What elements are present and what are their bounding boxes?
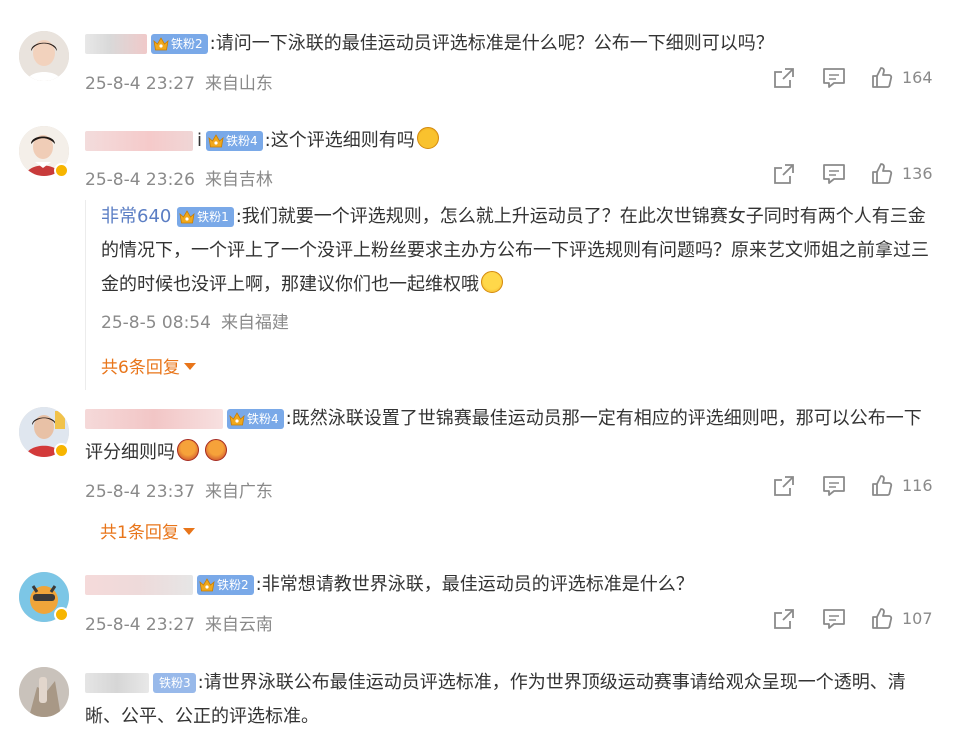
laugh-emoji-icon [481, 271, 503, 293]
fan-badge-label: 铁粉2 [217, 578, 249, 592]
like-count: 164 [902, 68, 933, 87]
username[interactable] [85, 673, 149, 693]
comment-text: :非常想请教世界泳联，最佳运动员的评选标准是什么？ [255, 574, 694, 595]
like-count: 136 [902, 164, 933, 183]
verified-badge [54, 163, 69, 178]
cry-emoji-icon [177, 439, 199, 461]
share-icon[interactable] [772, 474, 796, 498]
avatar[interactable] [19, 667, 69, 717]
like-icon[interactable] [870, 66, 894, 90]
more-replies-link[interactable]: 共6条回复 [101, 353, 196, 378]
username[interactable] [85, 34, 147, 54]
comment-icon[interactable] [822, 162, 846, 186]
like-count: 116 [902, 476, 933, 495]
comment-location: 来自山东 [204, 74, 273, 94]
caret-down-icon [183, 363, 196, 370]
fan-badge-label: 铁粉4 [226, 134, 258, 148]
comment-icon[interactable] [822, 66, 846, 90]
verified-badge [54, 443, 69, 458]
crown-icon [208, 134, 224, 148]
crown-icon [153, 37, 169, 51]
like-count: 107 [902, 609, 933, 628]
share-icon[interactable] [772, 66, 796, 90]
reply-time: 25-8-5 08:54 [101, 313, 211, 333]
fan-badge[interactable]: 铁粉4 [227, 409, 284, 429]
comment-text: :这个评选细则有吗 [264, 130, 415, 151]
fan-badge[interactable]: 铁粉4 [206, 131, 263, 151]
comment-location: 来自吉林 [204, 170, 273, 190]
comment-time: 25-8-4 23:37 [85, 482, 195, 502]
cry-emoji-icon [205, 439, 227, 461]
comment-header: 铁粉2 :请问一下泳联的最佳运动员评选标准是什么呢？公布一下细则可以吗？ [85, 29, 774, 59]
reply-location: 来自福建 [220, 313, 289, 333]
crown-icon [229, 412, 245, 426]
username[interactable] [85, 409, 223, 429]
reply-meta: 25-8-5 08:54 来自福建 [101, 308, 289, 333]
comment-meta: 25-8-4 23:27 来自山东 [85, 69, 273, 94]
fan-badge-label: 铁粉2 [171, 37, 203, 51]
username[interactable] [85, 131, 193, 151]
comment-meta: 25-8-4 23:37 来自广东 [85, 477, 273, 502]
fan-badge[interactable]: 铁粉1 [177, 207, 234, 227]
grin-emoji-icon [416, 127, 439, 149]
reply-text: 非常640 铁粉1:我们就要一个评选规则，怎么就上升运动员了？在此次世锦赛女子同… [101, 200, 931, 302]
reply-thread: 非常640 铁粉1:我们就要一个评选规则，怎么就上升运动员了？在此次世锦赛女子同… [85, 200, 941, 390]
reply-username[interactable]: 非常640 [101, 206, 171, 227]
fan-badge[interactable]: 铁粉3 [153, 673, 196, 693]
comment-icon[interactable] [822, 607, 846, 631]
like-icon[interactable] [870, 162, 894, 186]
verified-badge [54, 607, 69, 622]
comment-time: 25-8-4 23:26 [85, 170, 195, 190]
crown-icon [199, 578, 215, 592]
comment-location: 来自广东 [204, 482, 273, 502]
more-replies-label: 共1条回复 [100, 523, 179, 543]
fan-badge[interactable]: 铁粉2 [151, 34, 208, 54]
fan-badge-label: 铁粉4 [247, 412, 279, 426]
like-icon[interactable] [870, 474, 894, 498]
comment-header: 铁粉2 :非常想请教世界泳联，最佳运动员的评选标准是什么？ [85, 570, 694, 600]
avatar[interactable] [19, 31, 69, 81]
username[interactable] [85, 575, 193, 595]
comment-time: 25-8-4 23:27 [85, 615, 195, 635]
comment-header: 铁粉4:既然泳联设置了世锦赛最佳运动员那一定有相应的评选细则吧，那可以公布一下评… [85, 402, 935, 470]
comment-header: 铁粉3:请世界泳联公布最佳运动员评选标准，作为世界顶级运动赛事请给观众呈现一个透… [85, 666, 935, 734]
comment-header: i 铁粉4 :这个评选细则有吗 [85, 126, 439, 156]
caret-down-icon [182, 528, 195, 535]
comment-meta: 25-8-4 23:26 来自吉林 [85, 165, 273, 190]
more-replies-label: 共6条回复 [101, 358, 180, 378]
comment-icon[interactable] [822, 474, 846, 498]
fan-badge-label: 铁粉3 [159, 676, 191, 690]
comment-text: :请问一下泳联的最佳运动员评选标准是什么呢？公布一下细则可以吗？ [209, 33, 774, 54]
comment-time: 25-8-4 23:27 [85, 74, 195, 94]
comment-text: :请世界泳联公布最佳运动员评选标准，作为世界顶级运动赛事请给观众呈现一个透明、清… [85, 672, 906, 727]
like-icon[interactable] [870, 607, 894, 631]
share-icon[interactable] [772, 607, 796, 631]
fan-badge-label: 铁粉1 [197, 210, 229, 224]
comment-meta: 25-8-4 23:27 来自云南 [85, 610, 273, 635]
crown-icon [179, 210, 195, 224]
comment-location: 来自云南 [204, 615, 273, 635]
more-replies-link[interactable]: 共1条回复 [100, 518, 195, 543]
share-icon[interactable] [772, 162, 796, 186]
fan-badge[interactable]: 铁粉2 [197, 575, 254, 595]
username-suffix: i [197, 130, 203, 151]
